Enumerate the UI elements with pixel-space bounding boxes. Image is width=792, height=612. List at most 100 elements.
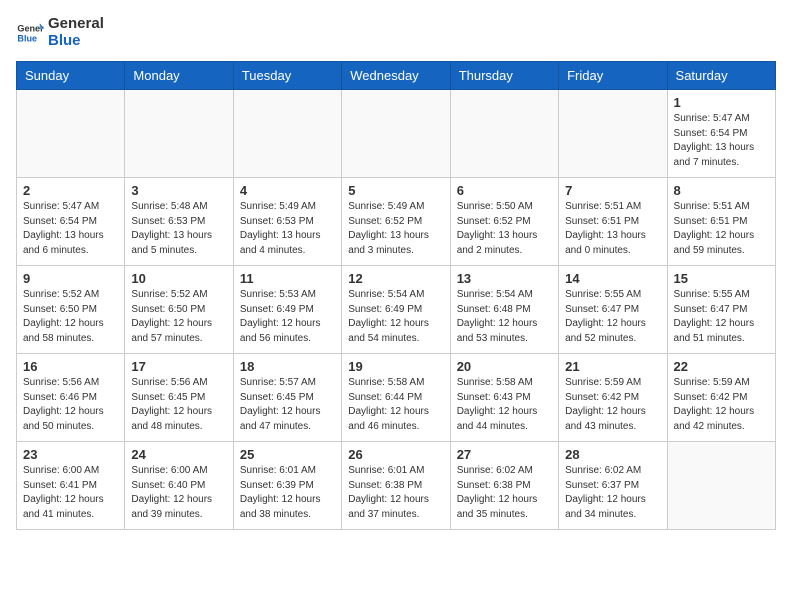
- weekday-header-wednesday: Wednesday: [342, 62, 450, 90]
- weekday-header-friday: Friday: [559, 62, 667, 90]
- day-info: Sunrise: 5:50 AM Sunset: 6:52 PM Dayligh…: [457, 200, 552, 258]
- day-number: 8: [674, 183, 769, 198]
- day-number: 27: [457, 447, 552, 462]
- calendar-cell: [233, 90, 341, 178]
- day-info: Sunrise: 6:01 AM Sunset: 6:39 PM Dayligh…: [240, 464, 335, 522]
- day-number: 12: [348, 271, 443, 286]
- weekday-header-thursday: Thursday: [450, 62, 558, 90]
- day-info: Sunrise: 5:49 AM Sunset: 6:52 PM Dayligh…: [348, 200, 443, 258]
- day-info: Sunrise: 5:47 AM Sunset: 6:54 PM Dayligh…: [23, 200, 118, 258]
- calendar-cell: 8 Sunrise: 5:51 AM Sunset: 6:51 PM Daylig…: [667, 178, 775, 266]
- day-number: 23: [23, 447, 118, 462]
- calendar-cell: 20 Sunrise: 5:58 AM Sunset: 6:43 PM Dayli…: [450, 354, 558, 442]
- day-number: 21: [565, 359, 660, 374]
- day-number: 25: [240, 447, 335, 462]
- weekday-header-saturday: Saturday: [667, 62, 775, 90]
- calendar-cell: 6 Sunrise: 5:50 AM Sunset: 6:52 PM Daylig…: [450, 178, 558, 266]
- day-number: 6: [457, 183, 552, 198]
- day-number: 9: [23, 271, 118, 286]
- day-number: 10: [131, 271, 226, 286]
- week-row-0: 1 Sunrise: 5:47 AM Sunset: 6:54 PM Daylig…: [17, 90, 776, 178]
- calendar-cell: 27 Sunrise: 6:02 AM Sunset: 6:38 PM Dayli…: [450, 442, 558, 530]
- week-row-2: 9 Sunrise: 5:52 AM Sunset: 6:50 PM Daylig…: [17, 266, 776, 354]
- calendar-cell: 19 Sunrise: 5:58 AM Sunset: 6:44 PM Dayli…: [342, 354, 450, 442]
- day-info: Sunrise: 5:54 AM Sunset: 6:48 PM Dayligh…: [457, 288, 552, 346]
- day-info: Sunrise: 5:51 AM Sunset: 6:51 PM Dayligh…: [674, 200, 769, 258]
- calendar-cell: 2 Sunrise: 5:47 AM Sunset: 6:54 PM Daylig…: [17, 178, 125, 266]
- day-info: Sunrise: 6:01 AM Sunset: 6:38 PM Dayligh…: [348, 464, 443, 522]
- calendar-cell: 4Sunrise: 5:49 AM Sunset: 6:53 PM Daylig…: [233, 178, 341, 266]
- calendar-cell: [559, 90, 667, 178]
- calendar-cell: 7 Sunrise: 5:51 AM Sunset: 6:51 PM Daylig…: [559, 178, 667, 266]
- day-info: Sunrise: 5:59 AM Sunset: 6:42 PM Dayligh…: [565, 376, 660, 434]
- calendar-cell: 25 Sunrise: 6:01 AM Sunset: 6:39 PM Dayli…: [233, 442, 341, 530]
- day-info: Sunrise: 5:54 AM Sunset: 6:49 PM Dayligh…: [348, 288, 443, 346]
- calendar-cell: 11Sunrise: 5:53 AM Sunset: 6:49 PM Dayli…: [233, 266, 341, 354]
- week-row-4: 23 Sunrise: 6:00 AM Sunset: 6:41 PM Dayli…: [17, 442, 776, 530]
- logo-blue: Blue: [48, 33, 104, 50]
- day-number: 22: [674, 359, 769, 374]
- day-number: 20: [457, 359, 552, 374]
- day-number: 13: [457, 271, 552, 286]
- calendar-cell: [125, 90, 233, 178]
- logo: General Blue General Blue: [16, 16, 104, 49]
- page-header: General Blue General Blue: [16, 16, 776, 49]
- day-info: Sunrise: 5:53 AM Sunset: 6:49 PM Dayligh…: [240, 288, 335, 346]
- calendar-cell: 18 Sunrise: 5:57 AM Sunset: 6:45 PM Dayli…: [233, 354, 341, 442]
- calendar-cell: 28 Sunrise: 6:02 AM Sunset: 6:37 PM Dayli…: [559, 442, 667, 530]
- calendar-cell: [342, 90, 450, 178]
- day-info: Sunrise: 5:47 AM Sunset: 6:54 PM Dayligh…: [674, 112, 769, 170]
- day-number: 14: [565, 271, 660, 286]
- day-number: 18: [240, 359, 335, 374]
- weekday-header-sunday: Sunday: [17, 62, 125, 90]
- day-number: 4: [240, 183, 335, 198]
- day-number: 7: [565, 183, 660, 198]
- day-info: Sunrise: 6:00 AM Sunset: 6:41 PM Dayligh…: [23, 464, 118, 522]
- day-number: 2: [23, 183, 118, 198]
- day-info: Sunrise: 5:58 AM Sunset: 6:44 PM Dayligh…: [348, 376, 443, 434]
- day-info: Sunrise: 5:52 AM Sunset: 6:50 PM Dayligh…: [131, 288, 226, 346]
- day-number: 26: [348, 447, 443, 462]
- day-info: Sunrise: 5:51 AM Sunset: 6:51 PM Dayligh…: [565, 200, 660, 258]
- calendar-cell: 16 Sunrise: 5:56 AM Sunset: 6:46 PM Dayli…: [17, 354, 125, 442]
- calendar-cell: [667, 442, 775, 530]
- day-info: Sunrise: 5:55 AM Sunset: 6:47 PM Dayligh…: [565, 288, 660, 346]
- day-info: Sunrise: 5:57 AM Sunset: 6:45 PM Dayligh…: [240, 376, 335, 434]
- week-row-1: 2 Sunrise: 5:47 AM Sunset: 6:54 PM Daylig…: [17, 178, 776, 266]
- calendar: SundayMondayTuesdayWednesdayThursdayFrid…: [16, 61, 776, 530]
- day-info: Sunrise: 6:02 AM Sunset: 6:37 PM Dayligh…: [565, 464, 660, 522]
- weekday-header-tuesday: Tuesday: [233, 62, 341, 90]
- calendar-cell: 22 Sunrise: 5:59 AM Sunset: 6:42 PM Dayli…: [667, 354, 775, 442]
- calendar-cell: 14 Sunrise: 5:55 AM Sunset: 6:47 PM Dayli…: [559, 266, 667, 354]
- calendar-cell: [17, 90, 125, 178]
- day-info: Sunrise: 5:58 AM Sunset: 6:43 PM Dayligh…: [457, 376, 552, 434]
- day-number: 1: [674, 95, 769, 110]
- calendar-cell: 24Sunrise: 6:00 AM Sunset: 6:40 PM Dayli…: [125, 442, 233, 530]
- weekday-header-monday: Monday: [125, 62, 233, 90]
- day-number: 28: [565, 447, 660, 462]
- day-info: Sunrise: 5:56 AM Sunset: 6:46 PM Dayligh…: [23, 376, 118, 434]
- day-info: Sunrise: 5:55 AM Sunset: 6:47 PM Dayligh…: [674, 288, 769, 346]
- calendar-cell: 12 Sunrise: 5:54 AM Sunset: 6:49 PM Dayli…: [342, 266, 450, 354]
- day-number: 3: [131, 183, 226, 198]
- logo-text: General Blue: [48, 16, 104, 49]
- day-number: 5: [348, 183, 443, 198]
- logo-general: General: [48, 16, 104, 33]
- calendar-cell: 23 Sunrise: 6:00 AM Sunset: 6:41 PM Dayli…: [17, 442, 125, 530]
- calendar-cell: 21 Sunrise: 5:59 AM Sunset: 6:42 PM Dayli…: [559, 354, 667, 442]
- day-number: 19: [348, 359, 443, 374]
- weekday-header-row: SundayMondayTuesdayWednesdayThursdayFrid…: [17, 62, 776, 90]
- day-number: 15: [674, 271, 769, 286]
- day-info: Sunrise: 5:48 AM Sunset: 6:53 PM Dayligh…: [131, 200, 226, 258]
- day-info: Sunrise: 5:56 AM Sunset: 6:45 PM Dayligh…: [131, 376, 226, 434]
- day-info: Sunrise: 6:02 AM Sunset: 6:38 PM Dayligh…: [457, 464, 552, 522]
- svg-text:Blue: Blue: [17, 33, 37, 43]
- day-info: Sunrise: 6:00 AM Sunset: 6:40 PM Dayligh…: [131, 464, 226, 522]
- week-row-3: 16 Sunrise: 5:56 AM Sunset: 6:46 PM Dayli…: [17, 354, 776, 442]
- day-number: 16: [23, 359, 118, 374]
- calendar-cell: 10 Sunrise: 5:52 AM Sunset: 6:50 PM Dayli…: [125, 266, 233, 354]
- calendar-cell: 5 Sunrise: 5:49 AM Sunset: 6:52 PM Daylig…: [342, 178, 450, 266]
- day-info: Sunrise: 5:59 AM Sunset: 6:42 PM Dayligh…: [674, 376, 769, 434]
- calendar-cell: 3 Sunrise: 5:48 AM Sunset: 6:53 PM Daylig…: [125, 178, 233, 266]
- day-number: 17: [131, 359, 226, 374]
